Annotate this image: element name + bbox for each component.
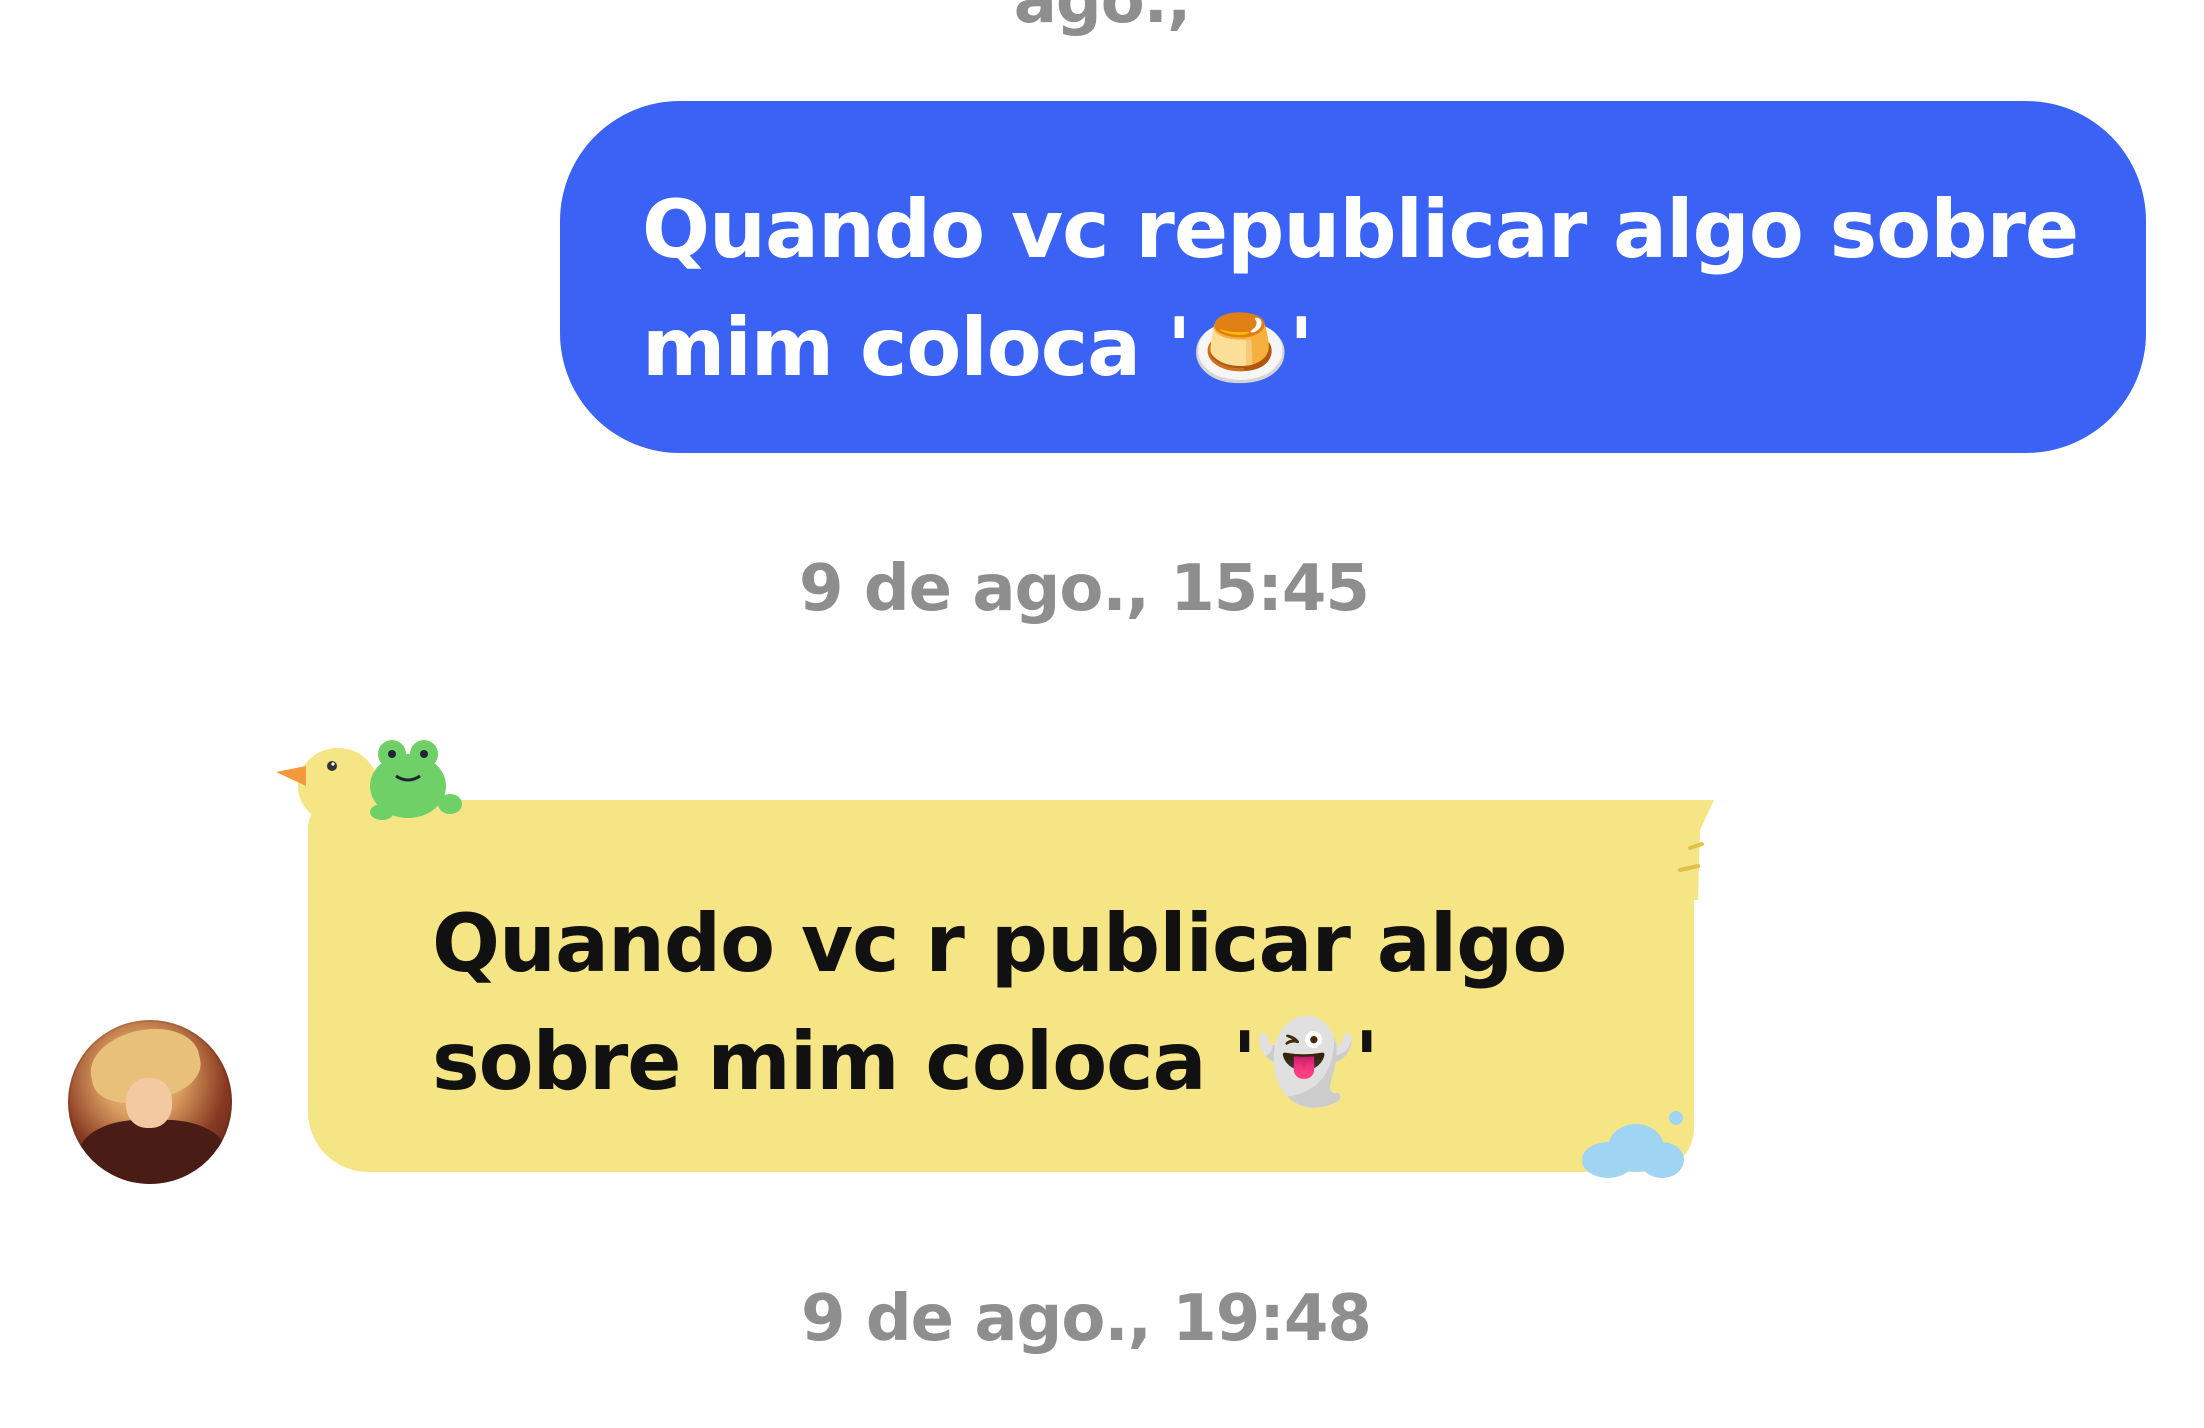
contact-avatar[interactable]	[68, 1020, 232, 1184]
avatar-coat-shape	[78, 1120, 228, 1184]
timestamp-text: 9 de ago., 15:45	[799, 552, 1370, 626]
bubble-tail-icon	[1640, 800, 1714, 900]
message-timestamp: 9 de ago., 19:48	[0, 1282, 2188, 1356]
sent-message-line-1: Quando vc republicar algo sobre	[642, 183, 2079, 276]
cut-off-timestamp: ago.,	[0, 0, 2204, 38]
received-message-line-2: sobre mim coloca '👻'	[432, 1015, 1379, 1108]
received-message-bubble[interactable]: Quando vc r publicar algo sobre mim colo…	[308, 800, 1694, 1172]
sent-message-bubble[interactable]: Quando vc republicar algo sobre mim colo…	[560, 101, 2146, 453]
sent-message-line-2: mim coloca '🍮'	[642, 301, 1314, 394]
received-message-line-1: Quando vc r publicar algo	[432, 897, 1567, 990]
cut-off-timestamp-text: ago.,	[1013, 0, 1192, 38]
cloud-icon	[1582, 1111, 1684, 1178]
timestamp-text: 9 de ago., 19:48	[801, 1282, 1372, 1356]
frog-icon	[370, 740, 462, 820]
avatar-face-shape	[126, 1078, 172, 1128]
message-timestamp: 9 de ago., 15:45	[0, 552, 2186, 626]
